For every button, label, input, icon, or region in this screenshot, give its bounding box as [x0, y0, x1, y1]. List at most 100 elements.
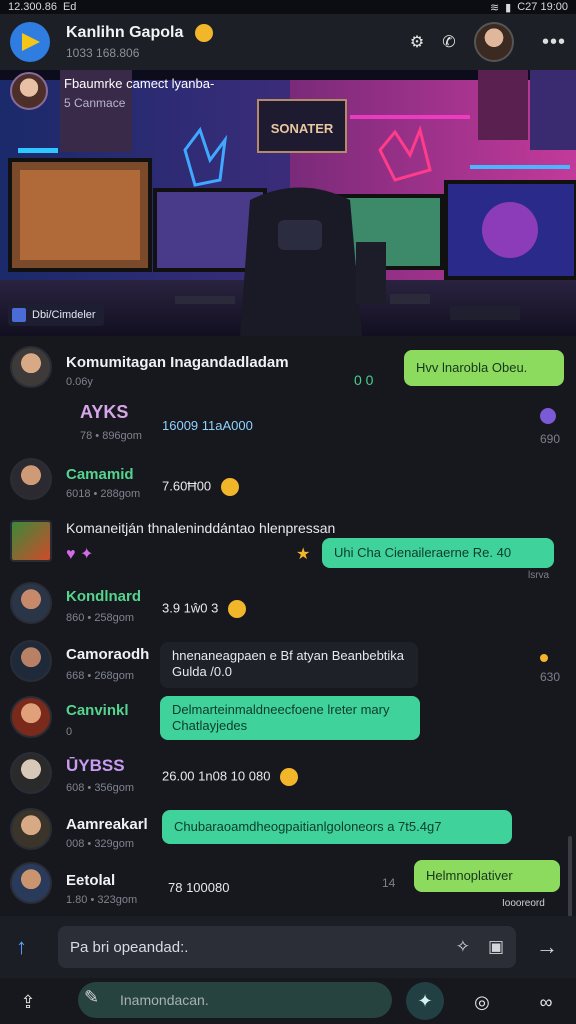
message-row[interactable]: Camamid 6018 • 288gom 7.60Ħ00 — [0, 456, 576, 516]
arrow-up-icon[interactable]: ↑ — [16, 934, 27, 960]
message-meta: 0 — [66, 726, 73, 738]
banner-title: Fbaumrke camect lyanba- — [64, 76, 215, 91]
camera-icon[interactable]: ◎ — [468, 988, 496, 1016]
message-meta: 0.06y — [66, 376, 93, 388]
sender-name: Camoraodh — [66, 646, 150, 663]
status-time-right: C27 19:00 — [517, 1, 568, 13]
user-avatar[interactable] — [10, 640, 52, 682]
read-status: 0 0 — [354, 372, 374, 388]
wifi-icon: ≋ — [489, 1, 500, 14]
message-meta: 6018 • 288gom — [66, 488, 141, 500]
user-avatar[interactable] — [10, 582, 52, 624]
message-time: 14 — [382, 876, 396, 890]
sender-name: Eetolal — [66, 872, 116, 889]
user-avatar[interactable] — [10, 346, 52, 388]
heart-icon: ♥ ✦ — [66, 546, 94, 563]
message-row[interactable]: ŪYBSS 608 • 356gom 26.00 1n08 10 080 — [0, 750, 576, 810]
message-text-2: Gulda /0.0 — [172, 664, 232, 679]
settings-gear-icon[interactable]: ⚙ — [406, 31, 428, 53]
emoji-icon — [228, 600, 246, 618]
sender-name: Camamid — [66, 466, 134, 483]
message-bubble[interactable]: hnenaneagpaen e Bf atyan Beanbebtika Gul… — [160, 642, 418, 688]
message-row[interactable]: Eetolal 1.80 • 323gom 78 100080 14 Helmn… — [0, 860, 576, 916]
message-input[interactable]: Pa bri opeandad:. ✧ ▣ — [58, 926, 516, 968]
sparkle-icon[interactable]: ✦ — [406, 982, 444, 1020]
chat-subtitle: 1033 168.806 — [66, 46, 140, 60]
message-text: hnenaneagpaen e Bf atyan Beanbebtika — [172, 648, 405, 663]
share-icon[interactable]: ⇪ — [14, 988, 42, 1016]
call-icon[interactable]: ✆ — [438, 31, 460, 53]
message-bubble[interactable]: Chubaraoamdheogpaitianlgoloneors a 7t5.4… — [162, 810, 512, 844]
message-row[interactable]: Camoraodh 668 • 268gom hnenaneagpaen e B… — [0, 638, 576, 698]
user-avatar[interactable] — [10, 752, 52, 794]
message-text: 16009 11aA000 — [162, 418, 253, 433]
banner-tag[interactable]: Dbi/Cimdeler — [8, 304, 104, 326]
message-meta: 608 • 356gom — [66, 782, 135, 794]
emoji-icon — [220, 478, 239, 496]
message-meta: 008 • 329gom — [66, 838, 135, 850]
compose-field[interactable]: ✎ Inamondacan. — [78, 982, 392, 1018]
message-meta: 668 • 268gom — [66, 670, 135, 682]
chat-title: Kanlihn Gapola — [66, 24, 406, 42]
message-row[interactable]: AYKS 78 • 896gom 16009 11aA000 690 — [0, 394, 576, 454]
message-text: Delmarteinmaldneecfoene lreter mary — [172, 702, 390, 717]
user-avatar[interactable] — [10, 458, 52, 500]
message-text-value: 3.9 1ŵ0 3 — [162, 600, 219, 616]
link-icon[interactable]: ∞ — [532, 988, 560, 1016]
gaming-setup-banner[interactable]: SONATER Fbaumrke camect lyanba- 5 Canmac… — [0, 70, 576, 336]
message-meta: 78 • 896gom — [80, 430, 142, 442]
message-bubble[interactable]: Helmnoplativer — [414, 860, 560, 892]
message-bubble[interactable]: Hvv lnarobla Obeu. — [404, 350, 564, 386]
message-text: 7.60Ħ00 — [162, 478, 239, 496]
user-avatar[interactable] — [10, 862, 52, 904]
message-input-bar: ↑ Pa bri opeandad:. ✧ ▣ → — [0, 916, 576, 978]
pencil-icon: ✎ — [84, 987, 100, 1007]
battery-icon: ▮ — [505, 1, 512, 14]
smile-emoji-icon — [195, 24, 214, 42]
message-text: Komaneitján thnaleninddántao hlenpressa… — [66, 520, 336, 536]
message-meta: 1.80 • 323gom — [66, 894, 138, 906]
gif-icon[interactable]: ▣ — [488, 937, 504, 957]
message-text-value: 26.00 1n08 10 080 — [162, 768, 271, 784]
reaction-icon[interactable] — [540, 408, 556, 424]
play-icon — [22, 33, 40, 51]
message-text-2: Chatlayjedes — [172, 718, 248, 733]
user-avatar[interactable] — [10, 808, 52, 850]
user-avatar[interactable] — [10, 520, 52, 562]
message-text: 78 100080 — [168, 880, 230, 895]
message-time: 690 — [540, 432, 561, 446]
message-row[interactable]: Kondlnard 860 • 258gom 3.9 1ŵ0 3 — [0, 580, 576, 640]
sticker-icon[interactable]: ✧ — [456, 937, 470, 957]
banner-subtitle: 5 Canmace — [64, 96, 126, 110]
message-time: Ioooreord — [502, 898, 545, 909]
message-bubble[interactable]: Delmarteinmaldneecfoene lreter mary Chat… — [160, 696, 420, 740]
more-menu-icon[interactable]: ••• — [542, 31, 566, 54]
banner-avatar[interactable] — [10, 72, 48, 110]
send-arrow-icon[interactable]: → — [536, 934, 558, 960]
chat-header: Kanlihn Gapola 1033 168.806 ⚙ ✆ ••• — [0, 14, 576, 70]
sender-name: Komumitagan Inagandadladam — [66, 354, 289, 371]
message-bubble[interactable]: Uhi Cha Cienaileraerne Re. 40 — [322, 538, 554, 568]
message-time: 630 — [540, 670, 561, 684]
app-logo[interactable] — [10, 22, 50, 62]
message-meta: 860 • 258gom — [66, 612, 135, 624]
tag-icon — [12, 308, 26, 322]
sender-name: Kondlnard — [66, 588, 141, 605]
message-row[interactable]: Aamreakarl 008 • 329gom Chubaraoamdheogp… — [0, 806, 576, 866]
sender-name: Canvinkl — [66, 702, 129, 719]
chat-message-list[interactable]: Komumitagan Inagandadladam 0.06y 0 0 Hvv… — [0, 336, 576, 1024]
message-row[interactable]: Canvinkl 0 Delmarteinmaldneecfoene lrete… — [0, 694, 576, 754]
compose-field-text: Inamondacan. — [120, 992, 209, 1008]
status-bar: 12.300.86 Ed ≋ ▮ C27 19:00 — [0, 0, 576, 14]
banner-tag-label: Dbi/Cimdeler — [32, 309, 96, 321]
emoji-icon — [280, 768, 299, 786]
message-row[interactable]: Komaneitján thnaleninddántao hlenpressa… — [0, 516, 576, 581]
sender-name: Aamreakarl — [66, 816, 148, 833]
reaction-dot-icon — [540, 654, 548, 662]
profile-avatar[interactable] — [473, 22, 514, 62]
message-title: AYKS — [80, 402, 129, 422]
status-signal-left: Ed — [62, 1, 77, 13]
user-avatar[interactable] — [10, 696, 52, 738]
chat-title-text: Kanlihn Gapola — [66, 24, 184, 41]
bottom-toolbar: ⇪ ✎ Inamondacan. ✦ ◎ ∞ — [0, 978, 576, 1024]
